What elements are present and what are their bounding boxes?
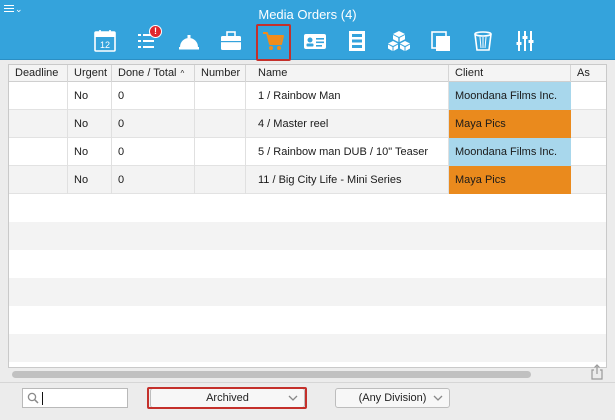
horizontal-scrollbar[interactable] — [8, 370, 579, 378]
empty-row — [9, 306, 606, 334]
cell-client: Maya Pics — [449, 166, 571, 194]
column-header-urgent[interactable]: Urgent — [68, 65, 112, 82]
cell-name: 11 / Big City Life - Mini Series — [246, 166, 449, 194]
calendar-icon: 12 — [94, 30, 116, 52]
cell-done-total: 0 — [112, 110, 195, 138]
toolbar-tasks-button[interactable]: ! — [126, 24, 168, 58]
table-header: Deadline Urgent Done / Total ^ Number Nam… — [9, 65, 606, 82]
cell-name: 1 / Rainbow Man — [246, 82, 449, 110]
cell-as — [571, 82, 606, 110]
window-title: Media Orders (4) — [258, 7, 357, 22]
contact-card-icon — [304, 34, 326, 49]
column-header-label: As — [577, 67, 590, 79]
boxes-icon — [388, 31, 410, 51]
sort-ascending-icon: ^ — [180, 69, 185, 78]
column-header-label: Urgent — [74, 67, 108, 79]
column-header-number[interactable]: Number — [195, 65, 246, 82]
cell-done-total: 0 — [112, 166, 195, 194]
cell-client: Moondana Films Inc. — [449, 138, 571, 166]
cell-done-total: 0 — [112, 138, 195, 166]
search-field[interactable] — [22, 388, 128, 408]
cell-as — [571, 166, 606, 194]
share-icon[interactable] — [590, 364, 604, 380]
table-row[interactable]: No 0 1 / Rainbow Man Moondana Films Inc. — [9, 82, 606, 110]
status-filter-select[interactable]: Archived — [150, 388, 305, 408]
title-bar: ⌄ Media Orders (4) 12 ! — [0, 0, 615, 61]
order-name-text: 5 / Rainbow man DUB / 10" Teaser — [258, 146, 429, 158]
cell-number — [195, 138, 246, 166]
cell-client: Maya Pics — [449, 110, 571, 138]
search-icon — [27, 392, 39, 404]
empty-row — [9, 222, 606, 250]
text-cursor — [42, 392, 43, 405]
cell-number — [195, 110, 246, 138]
table-row[interactable]: No 0 4 / Master reel Maya Pics — [9, 110, 606, 138]
cell-deadline — [9, 166, 68, 194]
column-header-client[interactable]: Client — [449, 65, 571, 82]
column-header-label: Deadline — [15, 67, 59, 79]
cell-name: 5 / Rainbow man DUB / 10" Teaser — [246, 138, 449, 166]
empty-row — [9, 334, 606, 362]
orders-table: Deadline Urgent Done / Total ^ Number Nam… — [8, 64, 607, 368]
division-filter-value: (Any Division) — [358, 392, 427, 404]
cell-number — [195, 166, 246, 194]
toolbar-trash-button[interactable] — [462, 24, 504, 58]
cell-as — [571, 110, 606, 138]
column-header-label: Done / Total — [118, 67, 177, 79]
service-bell-icon — [179, 35, 199, 50]
cell-urgent: No — [68, 110, 112, 138]
empty-row — [9, 362, 606, 367]
cell-done-total: 0 — [112, 82, 195, 110]
table-row[interactable]: No 0 5 / Rainbow man DUB / 10" Teaser Moond… — [9, 138, 606, 166]
trash-icon — [474, 31, 492, 51]
toolbar-inventory-button[interactable] — [378, 24, 420, 58]
toolbar-settings-button[interactable] — [504, 24, 546, 58]
chevron-down-icon — [433, 395, 443, 401]
copy-icon — [431, 31, 450, 51]
cell-client: Moondana Films Inc. — [449, 82, 571, 110]
cell-number — [195, 82, 246, 110]
cell-deadline — [9, 138, 68, 166]
film-strip-icon — [349, 31, 365, 51]
column-header-as[interactable]: As — [571, 65, 606, 82]
division-filter-select[interactable]: (Any Division) — [335, 388, 450, 408]
toolbar-service-button[interactable] — [168, 24, 210, 58]
chevron-down-icon — [288, 395, 298, 401]
empty-row — [9, 194, 606, 222]
status-filter-value: Archived — [206, 392, 249, 404]
cell-deadline — [9, 110, 68, 138]
cell-urgent: No — [68, 166, 112, 194]
shopping-cart-icon — [263, 32, 284, 50]
module-toolbar: 12 ! — [84, 24, 546, 61]
toolbar-calendar-button[interactable]: 12 — [84, 24, 126, 58]
sliders-icon — [516, 31, 534, 51]
table-row[interactable]: No 0 11 / Big City Life - Mini Series Maya … — [9, 166, 606, 194]
empty-row — [9, 250, 606, 278]
bottom-filter-bar: Archived (Any Division) — [0, 382, 615, 420]
calendar-day-text: 12 — [100, 40, 110, 50]
order-name-text: 1 / Rainbow Man — [258, 90, 341, 102]
cell-as — [571, 138, 606, 166]
column-header-label: Number — [201, 67, 241, 79]
cell-deadline — [9, 82, 68, 110]
column-header-label: Name — [258, 67, 288, 79]
briefcase-icon — [221, 31, 241, 50]
order-name-text: 4 / Master reel — [258, 118, 329, 130]
toolbar-jobs-button[interactable] — [210, 24, 252, 58]
toolbar-media-button[interactable] — [336, 24, 378, 58]
column-header-done-total[interactable]: Done / Total ^ — [112, 65, 195, 82]
toolbar-cart-button[interactable] — [252, 24, 294, 61]
toolbar-contacts-button[interactable] — [294, 24, 336, 58]
column-header-deadline[interactable]: Deadline — [9, 65, 68, 82]
order-name-text: 11 / Big City Life - Mini Series — [258, 174, 402, 186]
column-header-name[interactable]: Name — [246, 65, 449, 82]
cell-urgent: No — [68, 82, 112, 110]
cell-urgent: No — [68, 138, 112, 166]
toolbar-copies-button[interactable] — [420, 24, 462, 58]
alert-badge: ! — [149, 25, 162, 38]
empty-row — [9, 278, 606, 306]
column-header-label: Client — [455, 67, 484, 79]
cell-name: 4 / Master reel — [246, 110, 449, 138]
scrollbar-thumb[interactable] — [12, 371, 531, 378]
